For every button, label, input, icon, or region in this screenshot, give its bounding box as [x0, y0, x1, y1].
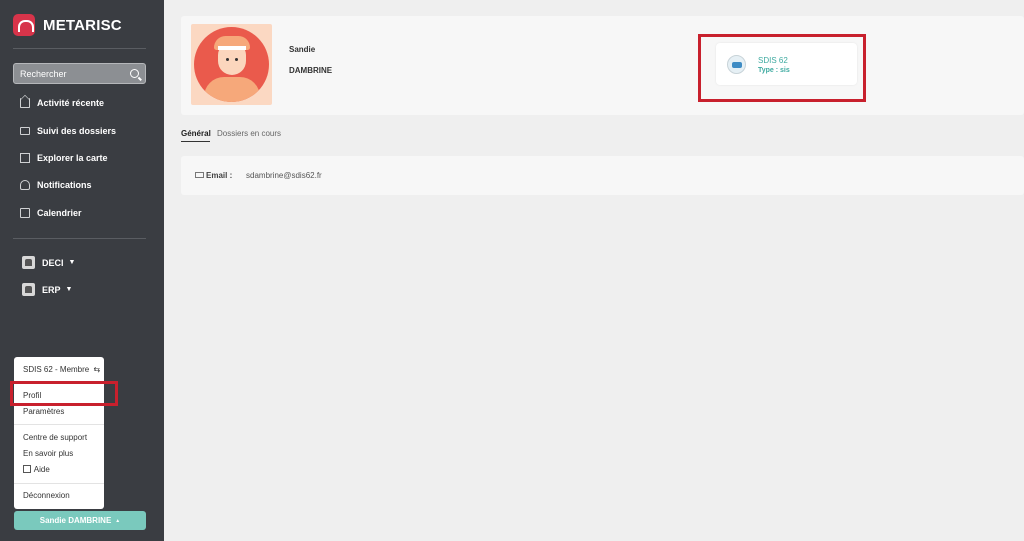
profile-card: Sandie DAMBRINE SDIS 62 Type : sis: [181, 16, 1024, 115]
avatar-body: [204, 77, 260, 102]
nav-item-label: Calendrier: [37, 208, 82, 218]
avatar-illustration: [194, 27, 269, 102]
calendar-icon: [20, 208, 30, 218]
nav-item-activite-recente[interactable]: Activité récente: [20, 98, 104, 108]
active-tab-indicator: [181, 141, 210, 142]
search-placeholder: Rechercher: [20, 68, 67, 79]
tab-dossiers-en-cours[interactable]: Dossiers en cours: [217, 129, 281, 138]
caret-down-icon: ▼: [68, 259, 76, 266]
nav-group-deci[interactable]: DECI ▼: [22, 256, 75, 269]
brand-name: METARISC: [43, 16, 122, 34]
menu-item-learn-more[interactable]: En savoir plus: [23, 449, 73, 458]
membership-label: SDIS 62 - Membre: [23, 365, 90, 374]
divider: [13, 238, 146, 239]
bell-icon: [20, 180, 30, 190]
nav-item-explorer-carte[interactable]: Explorer la carte: [20, 153, 108, 163]
brand[interactable]: METARISC: [13, 14, 122, 36]
menu-item-support[interactable]: Centre de support: [23, 433, 87, 442]
help-label: Aide: [33, 465, 50, 474]
user-button-label: Sandie DAMBRINE: [39, 516, 112, 525]
caret-down-icon: ▼: [65, 286, 73, 293]
folder-icon: [20, 127, 30, 135]
mail-icon: [195, 172, 204, 178]
nav-group-erp[interactable]: ERP ▼: [22, 283, 72, 296]
menu-item-settings[interactable]: Paramètres: [23, 407, 64, 416]
switch-icon: ⇆: [93, 365, 101, 374]
deci-icon: [22, 256, 35, 269]
metarisc-logo-icon: [13, 14, 35, 36]
highlight-profile: [10, 381, 118, 406]
external-link-icon: [23, 465, 31, 473]
nav-group-label: ERP: [42, 284, 61, 295]
nav-group-label: DECI: [42, 257, 64, 268]
avatar: [191, 24, 272, 105]
search-icon[interactable]: [130, 69, 139, 78]
tab-general[interactable]: Général: [181, 129, 211, 138]
profile-first-name: Sandie: [289, 45, 316, 54]
menu-item-membership[interactable]: SDIS 62 - Membre ⇆: [23, 365, 100, 374]
menu-item-logout[interactable]: Déconnexion: [23, 491, 70, 500]
avatar-eye: [235, 58, 238, 61]
menu-divider: [14, 483, 104, 484]
menu-divider: [14, 424, 104, 425]
details-card: Email : sdambrine@sdis62.fr: [181, 156, 1024, 195]
profile-last-name: DAMBRINE: [289, 66, 333, 75]
highlight-organization: [698, 34, 866, 102]
email-label: Email :: [206, 171, 233, 180]
user-menu-button[interactable]: Sandie DAMBRINE ▲: [14, 511, 146, 530]
email-value: sdambrine@sdis62.fr: [246, 171, 322, 180]
nav-item-label: Explorer la carte: [37, 153, 108, 163]
map-icon: [20, 153, 30, 163]
nav-item-suivi-dossiers[interactable]: Suivi des dossiers: [20, 126, 116, 136]
nav-item-label: Notifications: [37, 180, 92, 190]
divider: [13, 48, 146, 49]
nav-item-notifications[interactable]: Notifications: [20, 180, 92, 190]
user-menu: SDIS 62 - Membre ⇆ Profil Paramètres Cen…: [14, 357, 104, 509]
caret-down-icon: ▲: [115, 517, 121, 524]
search-input[interactable]: Rechercher: [13, 63, 146, 84]
erp-icon: [22, 283, 35, 296]
menu-item-help[interactable]: Aide: [23, 465, 50, 474]
home-icon: [20, 98, 30, 108]
nav-item-calendrier[interactable]: Calendrier: [20, 208, 82, 218]
avatar-hat: [214, 36, 250, 50]
nav-item-label: Activité récente: [37, 98, 105, 108]
avatar-eye: [226, 58, 229, 61]
nav-item-label: Suivi des dossiers: [37, 126, 117, 136]
